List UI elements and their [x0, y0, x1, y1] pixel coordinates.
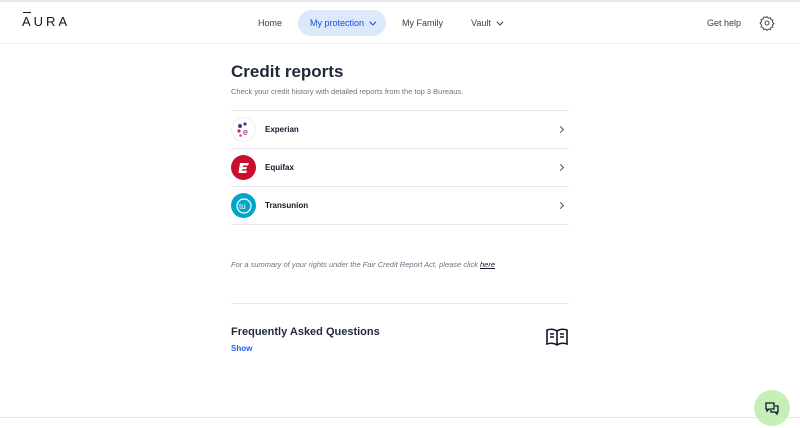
experian-logo: e: [231, 117, 256, 142]
fcra-notice: For a summary of your rights under the F…: [231, 260, 496, 269]
bureau-name: Transunion: [265, 201, 309, 210]
faq-title: Frequently Asked Questions: [231, 326, 380, 338]
chevron-down-icon: [496, 18, 504, 26]
get-help-link[interactable]: Get help: [707, 18, 741, 28]
page-title: Credit reports: [231, 62, 344, 81]
svg-text:tu: tu: [239, 202, 246, 211]
book-icon: [546, 328, 568, 346]
nav-vault[interactable]: Vault: [459, 10, 513, 36]
aura-logo[interactable]: AURA: [22, 12, 70, 29]
main-nav: Home My protection My Family Vault: [246, 10, 513, 36]
svg-text:e: e: [243, 127, 248, 137]
chevron-right-icon: [556, 125, 565, 134]
chevron-down-icon: [369, 18, 377, 26]
section-divider: [231, 303, 569, 304]
bureau-name: Equifax: [265, 163, 294, 172]
bureau-row-equifax[interactable]: Equifax: [231, 149, 569, 187]
nav-my-protection[interactable]: My protection: [298, 10, 387, 36]
chat-icon: [765, 402, 779, 416]
bureau-list: e Experian Equifax tu Transunion: [231, 110, 569, 225]
gear-icon[interactable]: [759, 15, 775, 31]
nav-home[interactable]: Home: [246, 10, 294, 36]
transunion-logo: tu: [231, 193, 256, 218]
chat-button[interactable]: [754, 390, 790, 426]
bureau-row-transunion[interactable]: tu Transunion: [231, 187, 569, 225]
bureau-row-experian[interactable]: e Experian: [231, 111, 569, 149]
chevron-right-icon: [556, 201, 565, 210]
top-navbar: AURA Home My protection My Family Vault …: [0, 2, 800, 44]
bottom-divider: [0, 417, 800, 418]
faq-show-toggle[interactable]: Show: [231, 344, 252, 353]
equifax-logo: [231, 155, 256, 180]
bureau-name: Experian: [265, 125, 299, 134]
fcra-here-link[interactable]: here: [480, 260, 495, 269]
chevron-right-icon: [556, 163, 565, 172]
page-subtitle: Check your credit history with detailed …: [231, 87, 464, 96]
nav-my-family[interactable]: My Family: [390, 10, 455, 36]
